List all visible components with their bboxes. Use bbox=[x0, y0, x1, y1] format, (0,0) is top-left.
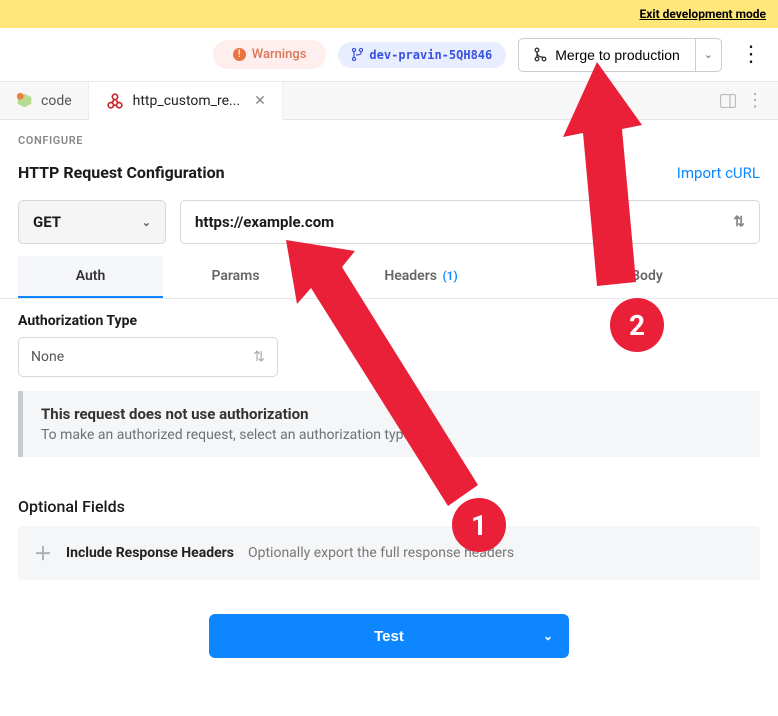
select-updown-icon: ⇅ bbox=[253, 349, 265, 365]
top-toolbar: ! Warnings dev-pravin-5QH846 Merge to pr… bbox=[0, 28, 778, 82]
annotation-marker-2: 2 bbox=[610, 298, 664, 352]
request-subtabs: Auth Params Headers (1) Body bbox=[0, 256, 778, 299]
chevron-down-icon: ⌄ bbox=[142, 216, 151, 229]
http-config-title: HTTP Request Configuration bbox=[18, 163, 225, 182]
annotation-marker-1-label: 1 bbox=[471, 509, 487, 542]
auth-info-title: This request does not use authorization bbox=[41, 405, 742, 423]
http-method-select[interactable]: GET ⌄ bbox=[18, 200, 166, 244]
auth-type-select[interactable]: None ⇅ bbox=[18, 337, 278, 377]
warnings-label: Warnings bbox=[252, 47, 307, 62]
url-value: https://example.com bbox=[195, 213, 334, 231]
tab-code[interactable]: code bbox=[0, 82, 89, 119]
auth-info-desc: To make an authorized request, select an… bbox=[41, 427, 742, 443]
request-line: GET ⌄ https://example.com ⇅ bbox=[18, 200, 760, 244]
tab-http-custom-request[interactable]: http_custom_re... ✕ bbox=[89, 82, 283, 120]
warnings-badge[interactable]: ! Warnings bbox=[213, 40, 327, 69]
subtab-auth[interactable]: Auth bbox=[18, 256, 163, 298]
branch-name: dev-pravin-5QH846 bbox=[369, 48, 492, 62]
subtab-body[interactable]: Body bbox=[534, 256, 760, 298]
warning-icon: ! bbox=[233, 48, 246, 61]
dev-mode-banner: Exit development mode bbox=[0, 0, 778, 28]
annotation-marker-2-label: 2 bbox=[629, 309, 645, 342]
subtab-params[interactable]: Params bbox=[163, 256, 308, 298]
subtab-headers[interactable]: Headers (1) bbox=[308, 256, 534, 298]
merge-to-production-button[interactable]: Merge to production bbox=[518, 38, 696, 72]
chevron-down-icon: ⌄ bbox=[543, 629, 553, 643]
optional-fields-heading: Optional Fields bbox=[0, 481, 778, 526]
tab-kebab-menu[interactable]: ⋮ bbox=[746, 90, 764, 111]
test-button-wrap: Test ⌄ bbox=[0, 580, 778, 670]
kebab-menu-button[interactable]: ⋮ bbox=[734, 42, 768, 67]
webhook-icon bbox=[105, 91, 125, 111]
auth-info-box: This request does not use authorization … bbox=[18, 391, 760, 457]
workflow-tabs: code http_custom_re... ✕ ⋮ bbox=[0, 82, 778, 120]
http-method-value: GET bbox=[33, 213, 61, 231]
annotation-marker-1: 1 bbox=[452, 498, 506, 552]
merge-label: Merge to production bbox=[555, 47, 680, 63]
headers-count-badge: (1) bbox=[442, 269, 457, 283]
merge-icon bbox=[534, 47, 547, 62]
tab-http-label: http_custom_re... bbox=[133, 93, 240, 109]
tab-code-label: code bbox=[41, 93, 72, 109]
panel-layout-icon[interactable] bbox=[720, 94, 736, 108]
exit-dev-mode-link[interactable]: Exit development mode bbox=[640, 7, 766, 21]
branch-badge[interactable]: dev-pravin-5QH846 bbox=[338, 42, 506, 68]
tabs-actions: ⋮ bbox=[720, 82, 778, 119]
branch-icon bbox=[352, 48, 363, 61]
step-content: CONFIGURE HTTP Request Configuration Imp… bbox=[0, 120, 778, 670]
include-headers-label: Include Response Headers bbox=[66, 545, 234, 561]
test-button[interactable]: Test ⌄ bbox=[209, 614, 569, 658]
subtab-headers-label: Headers bbox=[384, 268, 437, 284]
import-curl-link[interactable]: Import cURL bbox=[677, 164, 760, 182]
merge-dropdown-button[interactable]: ⌄ bbox=[696, 38, 722, 72]
select-updown-icon: ⇅ bbox=[733, 214, 745, 230]
plus-icon: ＋ bbox=[34, 540, 52, 566]
test-label: Test bbox=[374, 628, 404, 645]
merge-button-group: Merge to production ⌄ bbox=[518, 38, 722, 72]
auth-type-value: None bbox=[31, 349, 64, 365]
nodejs-icon bbox=[16, 92, 33, 109]
chevron-down-icon: ⌄ bbox=[704, 48, 713, 61]
configure-section-label: CONFIGURE bbox=[0, 120, 778, 153]
url-input[interactable]: https://example.com ⇅ bbox=[180, 200, 760, 244]
include-response-headers-row[interactable]: ＋ Include Response Headers Optionally ex… bbox=[18, 526, 760, 580]
close-icon[interactable]: ✕ bbox=[254, 93, 266, 109]
